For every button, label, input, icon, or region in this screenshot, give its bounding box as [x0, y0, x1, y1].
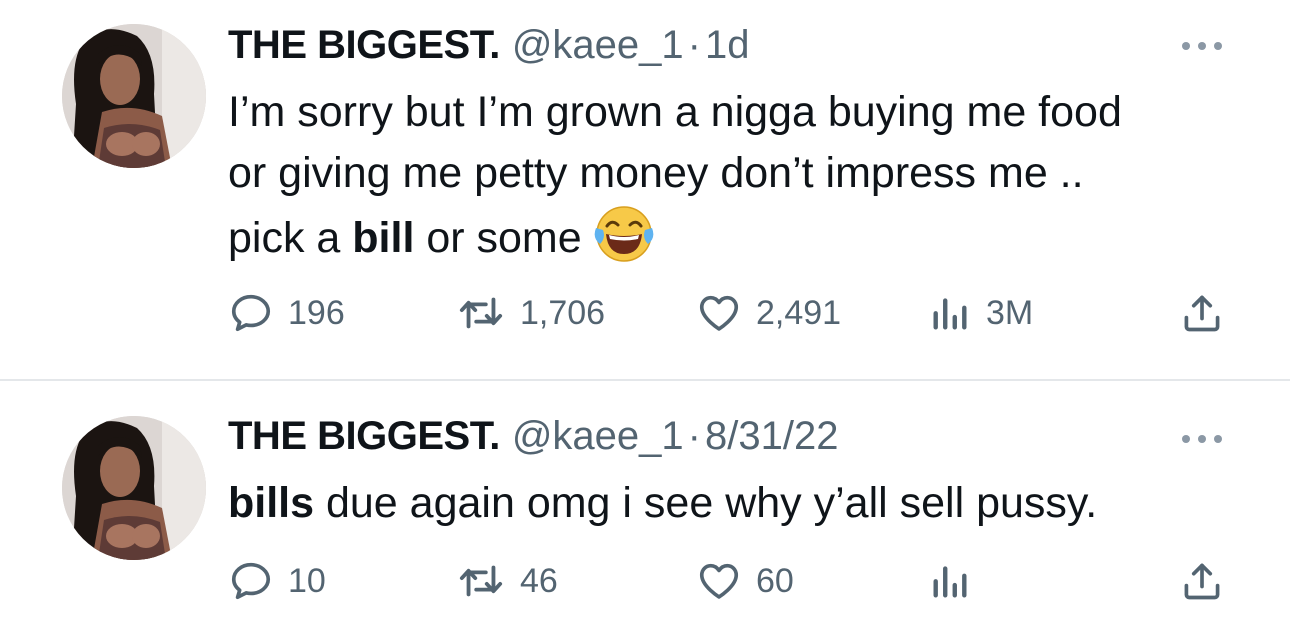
- display-name[interactable]: THE BIGGEST.: [228, 23, 500, 67]
- face-with-tears-of-joy-emoji: [594, 204, 654, 264]
- tweet-text-line: pick a bill or some: [228, 204, 1258, 269]
- tweet[interactable]: THE BIGGEST. @kaee_1 · 1d I’m sorry but I’m…: [0, 0, 1290, 380]
- share-upload-icon: [1180, 291, 1224, 335]
- avatar[interactable]: [62, 416, 206, 560]
- tweet-text-bold: bill: [352, 214, 415, 262]
- reply-count: 196: [288, 293, 345, 332]
- views-button[interactable]: [928, 556, 986, 606]
- three-dots-icon: [1178, 36, 1226, 56]
- tweet-text: bills due again omg i see why y’all sell…: [228, 473, 1258, 534]
- tweet-actions: 10 46 60: [228, 556, 1228, 606]
- retweet-count: 1,706: [520, 293, 606, 332]
- views-button[interactable]: 3M: [928, 288, 1033, 338]
- separator-dot: ·: [687, 414, 701, 458]
- tweet-text-segment: pick a: [228, 214, 353, 262]
- timestamp[interactable]: 1d: [705, 23, 750, 67]
- bar-chart-icon: [928, 559, 972, 603]
- retweet-arrows-icon: [456, 558, 506, 604]
- tweet-header: THE BIGGEST. @kaee_1 · 8/31/22: [228, 411, 838, 461]
- tweet-text-segment: due again omg i see why y’all sell pussy…: [314, 479, 1098, 527]
- separator-dot: ·: [687, 23, 701, 67]
- display-name[interactable]: THE BIGGEST.: [228, 414, 500, 458]
- three-dots-icon: [1178, 429, 1226, 449]
- tweet-text-line: bills due again omg i see why y’all sell…: [228, 473, 1258, 534]
- speech-bubble-icon: [228, 558, 274, 604]
- tweet-actions: 196 1,706 2,491 3M: [228, 288, 1228, 338]
- tweet-text-bold: bills: [228, 479, 315, 527]
- more-options-button[interactable]: [1178, 429, 1226, 449]
- like-count: 60: [756, 561, 794, 600]
- retweet-count: 46: [520, 561, 558, 600]
- avatar-image: [62, 24, 206, 168]
- avatar-image: [62, 416, 206, 560]
- like-button[interactable]: 60: [696, 556, 794, 606]
- speech-bubble-icon: [228, 290, 274, 336]
- timestamp[interactable]: 8/31/22: [705, 414, 838, 458]
- retweet-button[interactable]: 46: [456, 556, 558, 606]
- avatar[interactable]: [62, 24, 206, 168]
- tweet-text: I’m sorry but I’m grown a nigga buying m…: [228, 82, 1258, 269]
- tweet-text-segment: or some: [414, 214, 582, 262]
- reply-button[interactable]: 10: [228, 556, 326, 606]
- reply-button[interactable]: 196: [228, 288, 345, 338]
- tweet[interactable]: THE BIGGEST. @kaee_1 · 8/31/22 bills due ag…: [0, 381, 1290, 631]
- heart-outline-icon: [696, 290, 742, 336]
- tweet-text-line: I’m sorry but I’m grown a nigga buying m…: [228, 88, 1122, 136]
- user-handle[interactable]: @kaee_1: [512, 23, 684, 67]
- share-upload-icon: [1180, 559, 1224, 603]
- view-count: 3M: [986, 293, 1034, 332]
- bar-chart-icon: [928, 291, 972, 335]
- retweet-arrows-icon: [456, 290, 506, 336]
- heart-outline-icon: [696, 558, 742, 604]
- more-options-button[interactable]: [1178, 36, 1226, 56]
- tweet-text-line: or giving me petty money don’t impress m…: [228, 149, 1084, 197]
- reply-count: 10: [288, 561, 326, 600]
- like-button[interactable]: 2,491: [696, 288, 841, 338]
- tweet-header: THE BIGGEST. @kaee_1 · 1d: [228, 20, 749, 70]
- like-count: 2,491: [756, 293, 842, 332]
- user-handle[interactable]: @kaee_1: [512, 414, 684, 458]
- retweet-button[interactable]: 1,706: [456, 288, 605, 338]
- share-button[interactable]: [1180, 556, 1224, 606]
- share-button[interactable]: [1180, 288, 1224, 338]
